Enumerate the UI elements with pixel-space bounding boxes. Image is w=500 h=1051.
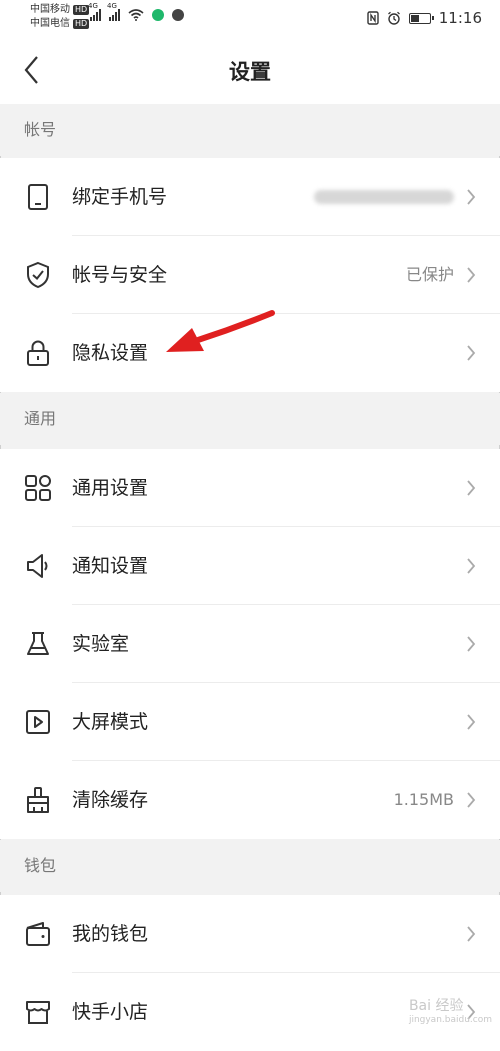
network-type-2: 4G [107, 2, 117, 10]
signal-icon-2: 4G [107, 2, 120, 21]
shop-icon [26, 1001, 50, 1024]
title-bar: 设置 [0, 36, 500, 104]
settings-item-account-security[interactable]: 帐号与安全 已保护 [0, 236, 500, 314]
chevron-right-icon [467, 792, 476, 808]
grid-icon [25, 475, 51, 501]
settings-item-label: 大屏模式 [72, 711, 149, 733]
settings-item-label: 通知设置 [72, 555, 149, 577]
chevron-right-icon [467, 558, 476, 574]
chevron-right-icon [467, 267, 476, 283]
settings-item-clear-cache[interactable]: 清除缓存 1.15MB [0, 761, 500, 839]
carrier-1-name: 中国移动 [30, 4, 70, 15]
chevron-right-icon [467, 480, 476, 496]
clock: 11:16 [438, 9, 482, 27]
settings-item-label: 隐私设置 [72, 342, 149, 364]
broom-icon [27, 787, 49, 813]
phone-number-blurred [314, 190, 454, 204]
carrier-info: 中国移动 HD 中国电信 HD [30, 3, 90, 31]
battery-icon [408, 12, 434, 24]
chevron-right-icon [467, 714, 476, 730]
watermark-text: Bai 经验 [408, 998, 464, 1014]
settings-item-lab[interactable]: 实验室 [0, 605, 500, 683]
settings-item-label: 实验室 [72, 633, 130, 655]
settings-item-privacy[interactable]: 隐私设置 [0, 314, 500, 392]
cache-size-value: 1.15MB [393, 790, 454, 809]
phone-icon [28, 184, 48, 210]
settings-item-label: 快手小店 [72, 1001, 149, 1023]
chevron-right-icon [467, 189, 476, 205]
settings-item-my-wallet[interactable]: 我的钱包 [0, 895, 500, 973]
wallet-icon [26, 922, 50, 946]
watermark: Bai 经验 jingyan.baidu.com [409, 995, 492, 1025]
settings-item-label: 绑定手机号 [72, 186, 168, 208]
hd-badge-2: HD [73, 19, 90, 29]
nfc-icon [367, 11, 379, 25]
network-type: 4G [88, 2, 98, 10]
status-right: 11:16 [367, 9, 482, 27]
settings-item-value: 已保护 [405, 265, 454, 284]
chevron-right-icon [467, 636, 476, 652]
settings-item-notifications[interactable]: 通知设置 [0, 527, 500, 605]
flask-icon [27, 632, 49, 655]
chevron-right-icon [467, 345, 476, 361]
settings-item-label: 我的钱包 [72, 923, 149, 945]
status-bar: 中国移动 HD 中国电信 HD 4G 4G 11:16 [0, 0, 500, 36]
page-title: 设置 [229, 60, 271, 84]
alarm-icon [387, 11, 400, 25]
speaker-icon [27, 554, 48, 578]
watermark-subtext: jingyan.baidu.com [408, 1015, 492, 1025]
section-header-wallet: 钱包 [0, 840, 500, 892]
shield-icon [27, 261, 49, 289]
settings-item-label: 通用设置 [72, 477, 149, 499]
signal-icon: 4G [88, 2, 101, 21]
settings-item-label: 清除缓存 [72, 789, 149, 811]
section-header-general: 通用 [0, 393, 500, 445]
signal-group: 4G 4G [88, 2, 184, 21]
wifi-icon [128, 9, 144, 21]
settings-item-general[interactable]: 通用设置 [0, 449, 500, 527]
app-notification-icon [152, 9, 164, 21]
settings-item-large-screen[interactable]: 大屏模式 [0, 683, 500, 761]
chevron-right-icon [467, 926, 476, 942]
hd-badge: HD [73, 5, 90, 15]
play-square-icon [26, 710, 50, 734]
lock-icon [27, 340, 49, 366]
app-notification-icon-2 [172, 9, 184, 21]
section-header-account: 帐号 [0, 104, 500, 156]
settings-item-label: 帐号与安全 [72, 264, 168, 286]
carrier-2-name: 中国电信 [30, 18, 70, 29]
settings-item-bind-phone[interactable]: 绑定手机号 [0, 158, 500, 236]
